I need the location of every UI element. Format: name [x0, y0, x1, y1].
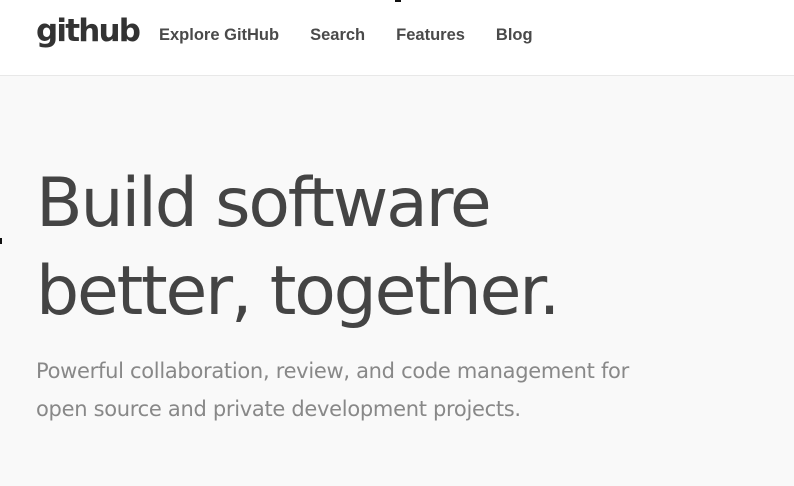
subtitle-line-2: open source and private development proj…: [36, 397, 521, 421]
page: github Explore GitHub Search Features Bl…: [0, 0, 794, 486]
site-header: github Explore GitHub Search Features Bl…: [0, 0, 794, 76]
hero-headline: Build software better, together.: [36, 160, 776, 336]
left-edge-mark: [0, 238, 2, 244]
nav-explore-github[interactable]: Explore GitHub: [159, 24, 279, 46]
main-nav: Explore GitHub Search Features Blog: [159, 24, 564, 46]
headline-line-1: Build software: [36, 164, 492, 243]
github-logo[interactable]: github: [36, 11, 141, 51]
nav-blog[interactable]: Blog: [496, 24, 533, 46]
hero-subtitle: Powerful collaboration, review, and code…: [36, 352, 736, 428]
subtitle-line-1: Powerful collaboration, review, and code…: [36, 359, 629, 383]
hero-section: Build software better, together. Powerfu…: [36, 160, 776, 428]
headline-line-2: better, together.: [36, 252, 560, 331]
nav-features[interactable]: Features: [396, 24, 465, 46]
top-edge-mark: [395, 0, 401, 2]
nav-search[interactable]: Search: [310, 24, 365, 46]
